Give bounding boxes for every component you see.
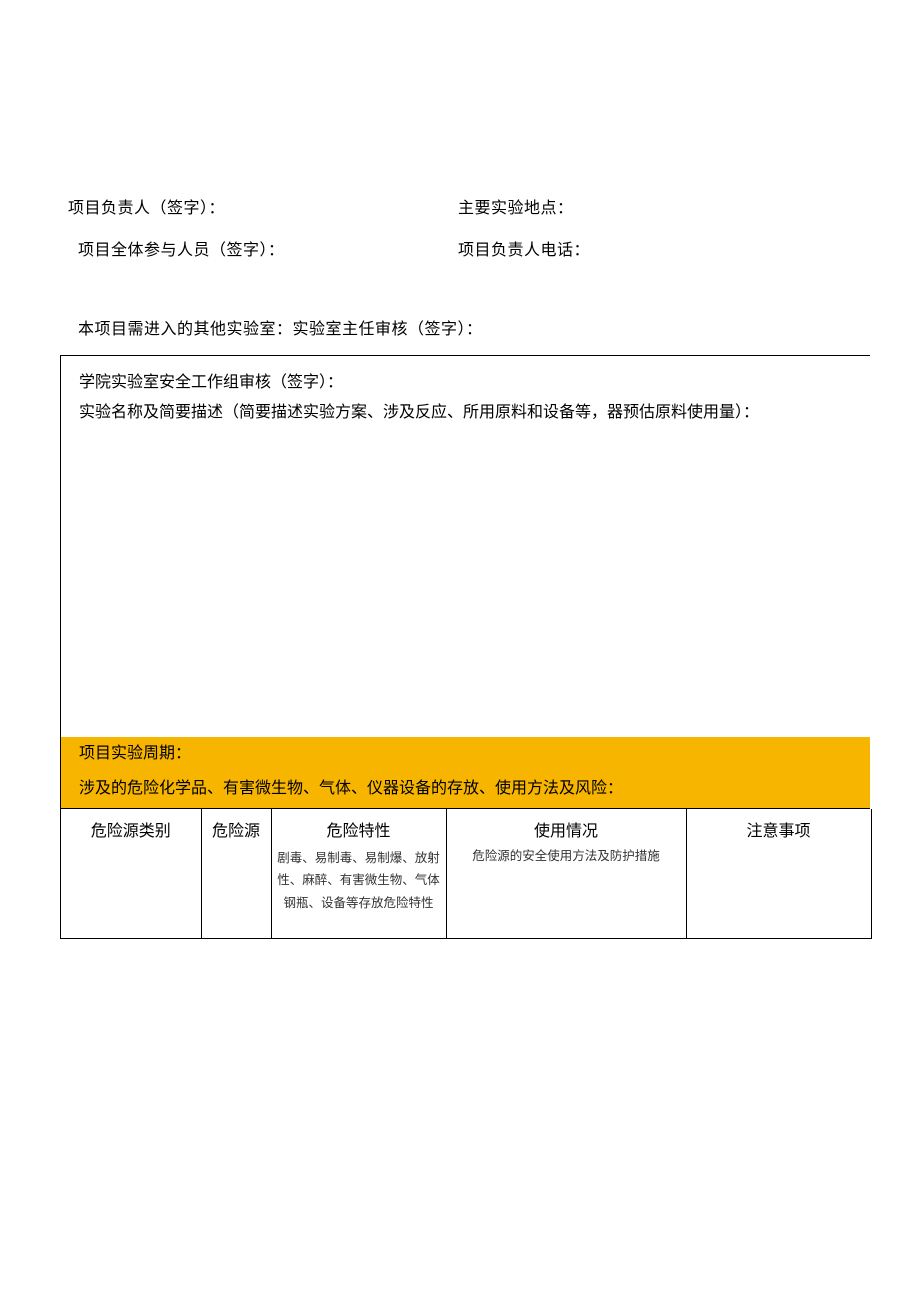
project-period-row: 项目实验周期： — [61, 737, 870, 773]
col-hazard-source: 危险源 — [201, 809, 271, 939]
description-blank-space — [79, 429, 852, 729]
hazard-category-header: 危险源类别 — [65, 817, 197, 841]
risk-title-row: 涉及的危险化学品、有害微生物、气体、仪器设备的存放、使用方法及风险： — [61, 772, 870, 809]
college-review-label: 学院实验室安全工作组审核（签字）： — [79, 368, 852, 398]
experiment-location-label: 主要实验地点： — [458, 194, 574, 218]
usage-subtext: 危险源的安全使用方法及防护措施 — [451, 845, 682, 868]
col-precautions: 注意事项 — [686, 809, 871, 939]
col-hazard-category: 危险源类别 — [61, 809, 201, 939]
review-description-section: 学院实验室安全工作组审核（签字）： 实验名称及简要描述（简要描述实验方案、涉及反… — [61, 356, 870, 737]
project-leader-signature-label: 项目负责人（签字）： — [68, 194, 458, 218]
col-hazard-characteristics: 危险特性 剧毒、易制毒、易制爆、放射性、麻醉、有害微生物、气体钢瓶、设备等存放危… — [271, 809, 446, 939]
risk-table: 危险源类别 危险源 危险特性 剧毒、易制毒、易制爆、放射性、麻醉、有害微生物、气… — [61, 809, 872, 940]
col-usage: 使用情况 危险源的安全使用方法及防护措施 — [446, 809, 686, 939]
experiment-description-label: 实验名称及简要描述（简要描述实验方案、涉及反应、所用原料和设备等，器预估原料使用… — [79, 398, 852, 428]
field-row-1: 项目负责人（签字）： 主要实验地点： — [68, 194, 852, 218]
precautions-header: 注意事项 — [691, 817, 867, 841]
hazard-source-header: 危险源 — [206, 817, 267, 841]
participants-signature-label: 项目全体参与人员（签字）： — [68, 236, 458, 260]
other-labs-label: 本项目需进入的其他实验室：实验室主任审核（签字）： — [78, 315, 483, 339]
hazard-characteristics-subtext: 剧毒、易制毒、易制爆、放射性、麻醉、有害微生物、气体钢瓶、设备等存放危险特性 — [276, 847, 442, 915]
hazard-characteristics-header: 危险特性 — [276, 817, 442, 841]
top-fields-section: 项目负责人（签字）： 主要实验地点： 项目全体参与人员（签字）： 项目负责人电话… — [68, 194, 852, 278]
leader-phone-label: 项目负责人电话： — [458, 236, 590, 260]
risk-table-header-row: 危险源类别 危险源 危险特性 剧毒、易制毒、易制爆、放射性、麻醉、有害微生物、气… — [61, 809, 871, 939]
field-row-2: 项目全体参与人员（签字）： 项目负责人电话： — [68, 236, 852, 260]
main-form-box: 学院实验室安全工作组审核（签字）： 实验名称及简要描述（简要描述实验方案、涉及反… — [60, 355, 870, 939]
usage-header: 使用情况 — [451, 817, 682, 841]
